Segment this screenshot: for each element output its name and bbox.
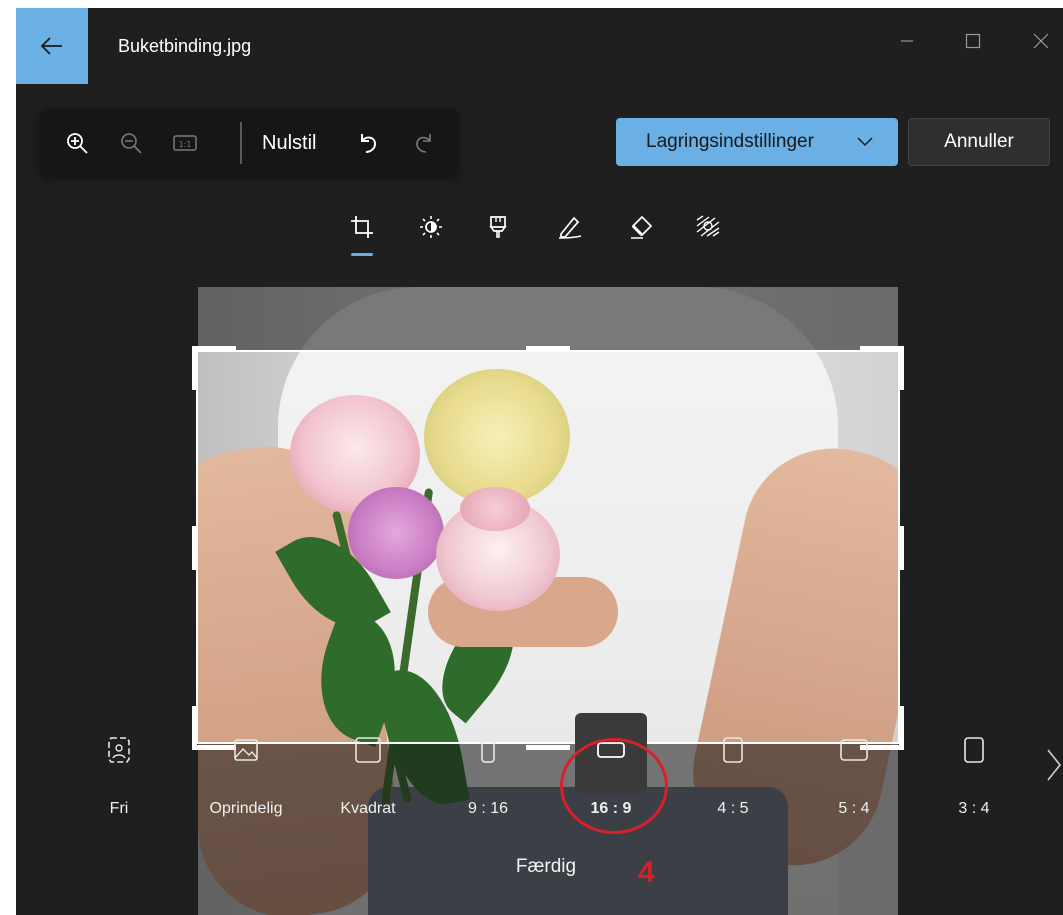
done-button[interactable]: Færdig — [486, 856, 606, 878]
maximize-button[interactable] — [958, 26, 988, 56]
reset-button[interactable]: Nulstil — [262, 132, 316, 155]
crop-handle-top-right[interactable] — [899, 346, 904, 390]
active-tab-indicator — [351, 253, 373, 256]
adjust-brightness-icon — [420, 216, 442, 238]
original-image-icon — [234, 739, 258, 761]
ratio-scroll-next-button[interactable] — [1046, 748, 1063, 788]
zoom-out-icon — [121, 133, 142, 154]
filter-icon — [489, 216, 507, 238]
save-options-button[interactable]: Lagringsindstillinger — [616, 118, 898, 166]
crop-handle-bottom[interactable] — [526, 745, 570, 750]
ratio-icon-wrap — [328, 732, 408, 768]
crop-handle-right[interactable] — [899, 526, 904, 570]
ratio-icon-wrap — [693, 732, 773, 768]
square-icon — [355, 737, 381, 763]
redo-button[interactable] — [408, 128, 438, 158]
redo-icon — [416, 134, 431, 153]
ratio-option-free[interactable]: Fri — [79, 732, 159, 822]
landscape-5-4-icon — [840, 739, 868, 761]
window-title: Buketbinding.jpg — [118, 36, 252, 56]
svg-text:1:1: 1:1 — [179, 140, 192, 149]
crop-handle-top-left[interactable] — [192, 346, 197, 390]
erase-icon — [631, 215, 653, 239]
tab-crop[interactable] — [346, 211, 378, 243]
minimize-icon — [901, 40, 913, 42]
ratio-icon-wrap — [571, 732, 651, 768]
markup-icon — [558, 216, 582, 239]
zoom-out-button[interactable] — [116, 128, 146, 158]
portrait-4-5-icon — [723, 737, 743, 763]
maximize-icon — [965, 33, 981, 49]
undo-button[interactable] — [354, 128, 384, 158]
close-button[interactable] — [1026, 26, 1056, 56]
save-options-label: Lagringsindstillinger — [646, 131, 814, 152]
ratio-icon-wrap — [206, 732, 286, 768]
tab-filter[interactable] — [482, 211, 514, 243]
tab-adjust[interactable] — [415, 211, 447, 243]
ratio-option-5-4[interactable]: 5 : 4 — [814, 732, 894, 822]
arrow-left-icon — [41, 37, 62, 55]
annotation-step-number: 4 — [638, 856, 655, 889]
ratio-icon-wrap — [79, 732, 159, 768]
ratio-label: 4 : 5 — [717, 800, 749, 817]
ratio-icon-wrap — [934, 732, 1014, 768]
ratio-option-square[interactable]: Kvadrat — [328, 732, 408, 822]
portrait-9-16-icon — [481, 737, 495, 763]
landscape-16-9-icon — [597, 742, 625, 758]
portrait-3-4-icon — [964, 737, 984, 763]
back-button[interactable] — [16, 8, 88, 84]
cancel-button[interactable]: Annuller — [908, 118, 1050, 166]
actual-size-icon: 1:1 — [173, 135, 197, 151]
close-icon — [1033, 33, 1049, 49]
crop-icon — [351, 216, 373, 238]
ratio-option-original[interactable]: Oprindelig — [206, 732, 286, 822]
crop-handle-top[interactable] — [526, 346, 570, 351]
tab-background[interactable] — [692, 211, 724, 243]
ratio-icon-wrap — [448, 732, 528, 768]
ratio-label: Kvadrat — [340, 800, 396, 817]
tab-erase[interactable] — [625, 211, 657, 243]
crop-handle-top-right[interactable] — [860, 346, 904, 351]
crop-frame[interactable] — [196, 350, 900, 744]
crop-handle-bottom-right[interactable] — [899, 706, 904, 750]
ratio-option-3-4[interactable]: 3 : 4 — [934, 732, 1014, 822]
zoom-in-icon — [67, 133, 88, 154]
free-crop-icon — [108, 737, 130, 763]
ratio-icon-wrap — [814, 732, 894, 768]
ratio-label: 5 : 4 — [838, 800, 870, 817]
ratio-label: Fri — [109, 800, 129, 817]
photos-editor-window: Buketbinding.jpg 1:1 Nulstil Lagringsind… — [16, 8, 1063, 915]
crop-handle-top-left[interactable] — [192, 346, 236, 351]
ratio-option-9-16[interactable]: 9 : 16 — [448, 732, 528, 822]
background-blur-icon — [696, 215, 720, 237]
ratio-option-16-9[interactable]: 16 : 9 — [571, 732, 651, 822]
zoom-in-button[interactable] — [62, 128, 92, 158]
zoom-toolbar: 1:1 Nulstil — [40, 110, 458, 176]
minimize-button[interactable] — [892, 26, 922, 56]
crop-handle-bottom-left[interactable] — [192, 706, 197, 750]
toolbar-divider — [240, 122, 242, 164]
tab-markup[interactable] — [554, 211, 586, 243]
undo-icon — [361, 134, 377, 153]
chevron-down-icon — [857, 137, 873, 147]
actual-size-button[interactable]: 1:1 — [170, 128, 200, 158]
chevron-right-icon — [1047, 749, 1062, 781]
ratio-label: 3 : 4 — [958, 800, 990, 817]
crop-handle-left[interactable] — [192, 526, 197, 570]
ratio-option-4-5[interactable]: 4 : 5 — [693, 732, 773, 822]
ratio-label: Oprindelig — [209, 800, 283, 817]
ratio-label: 9 : 16 — [467, 800, 509, 817]
ratio-label: 16 : 9 — [590, 800, 632, 817]
